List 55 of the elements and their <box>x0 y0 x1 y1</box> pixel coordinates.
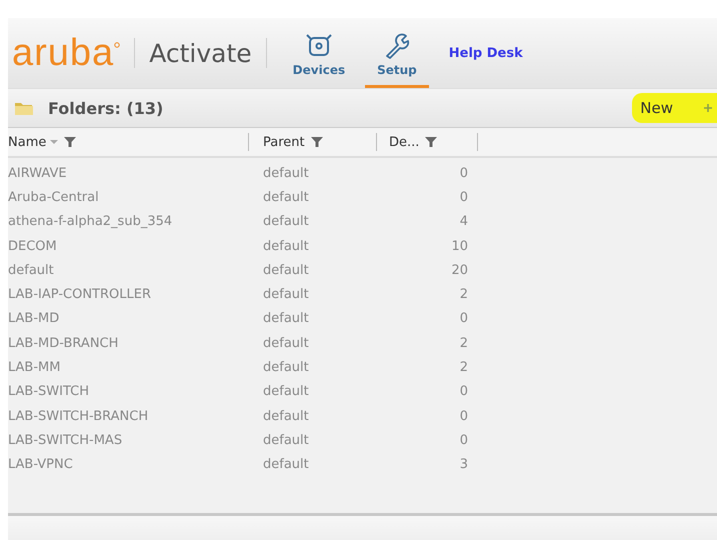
logo: aruba <box>12 34 114 72</box>
table-cell-text: 2 <box>458 336 468 351</box>
table-cell-text: LAB-IAP-CONTROLLER <box>8 287 152 302</box>
filter-icon <box>310 137 323 147</box>
table-cell-text: default <box>263 311 310 326</box>
table-cell-text: Aruba-Central <box>8 190 100 205</box>
table-cell-text: AIRWAVE <box>8 166 68 181</box>
folder-icon <box>14 100 34 116</box>
access-point-icon <box>304 32 334 58</box>
table-cell-text: LAB-SWITCH <box>8 384 90 400</box>
table-cell-text: 20 <box>450 262 468 278</box>
table-cell-text: default <box>263 190 310 205</box>
column-header[interactable]: Parent <box>249 133 377 151</box>
table-cell-text: default <box>263 408 310 424</box>
folders-title: Folders: (13) <box>48 98 164 118</box>
table-cell-text: 0 <box>458 408 468 424</box>
app-title: Activate <box>149 38 252 68</box>
table-cell-text: default <box>8 262 55 278</box>
table-cell-text: default <box>263 360 310 376</box>
table-cell-text: 4 <box>458 214 468 230</box>
table-cell-text: LAB-VPNC <box>8 457 74 472</box>
table-cell-text: default <box>263 214 310 230</box>
table-cell-text: LAB-MD <box>8 311 60 326</box>
table-cell-text: 2 <box>458 287 468 302</box>
table-cell-text: 3 <box>458 457 468 472</box>
table-cell-text: default <box>263 384 310 400</box>
registered-mark-icon <box>114 42 120 48</box>
table-cell-text: 10 <box>450 238 468 254</box>
table-cell-text: default <box>263 166 310 181</box>
table-cell-text: default <box>263 262 310 278</box>
table-cell-text: 0 <box>458 190 468 205</box>
table-cell-text: 0 <box>458 384 468 400</box>
table-cell-text: LAB-MD-BRANCH <box>8 336 120 351</box>
table-cell-text: 2 <box>458 360 468 376</box>
nav-tab[interactable]: Devices <box>280 18 358 88</box>
table-cell-text: default <box>263 287 310 302</box>
table-cell-text: default <box>263 336 310 351</box>
table-cell-text: 0 <box>458 432 468 448</box>
filter-icon <box>425 137 438 147</box>
table-cell-text: DECOM <box>8 238 58 254</box>
table-cell-text: athena-f-alpha2_sub_354 <box>8 214 174 230</box>
plus-icon <box>703 103 713 113</box>
filter-icon <box>64 137 76 147</box>
table-cell-text: LAB-SWITCH-BRANCH <box>8 408 150 424</box>
column-header[interactable]: Name <box>8 133 249 151</box>
table-cell-text: default <box>263 457 310 472</box>
table-cell-text: LAB-MM <box>8 360 62 376</box>
table-cell-text: LAB-SWITCH-MAS <box>8 432 124 448</box>
table-cell-text: default <box>263 432 310 448</box>
help-desk-link[interactable]: Help Desk <box>448 46 523 60</box>
table-cell-text: default <box>263 238 310 254</box>
table-cell-text: 0 <box>458 166 468 181</box>
new-button[interactable]: New <box>632 93 717 123</box>
table-cell-text: 0 <box>458 311 468 326</box>
column-header[interactable]: De... <box>377 133 478 151</box>
